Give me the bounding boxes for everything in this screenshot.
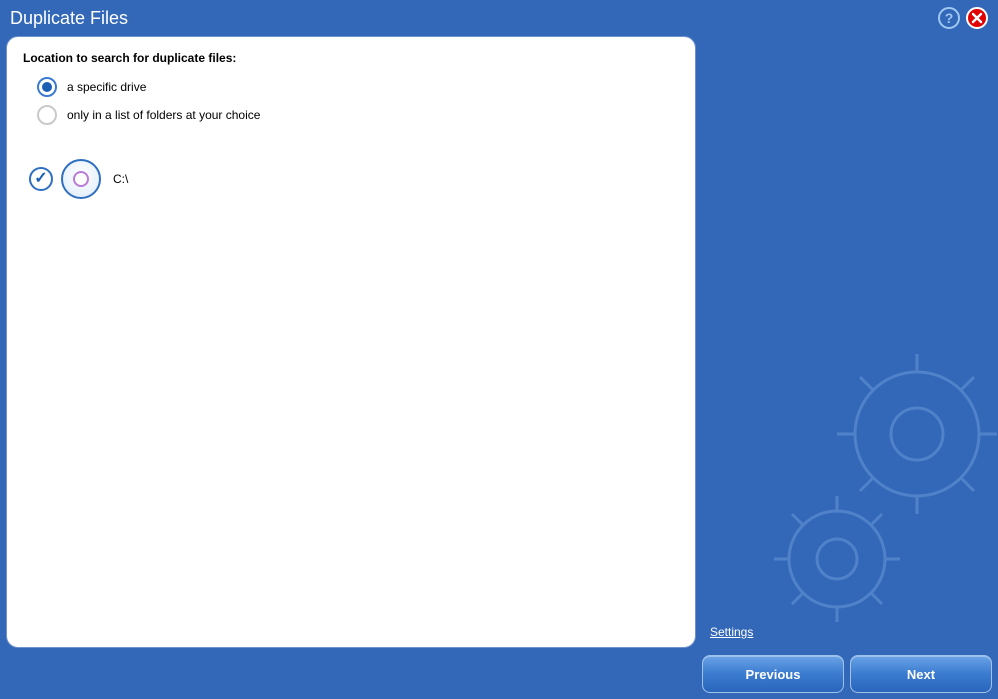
section-heading: Location to search for duplicate files: xyxy=(23,51,679,65)
radio-label: only in a list of folders at your choice xyxy=(67,108,260,122)
help-icon[interactable]: ? xyxy=(938,7,960,29)
main-panel: Location to search for duplicate files: … xyxy=(6,36,696,648)
drive-checkbox[interactable]: ✓ xyxy=(29,167,53,191)
radio-label: a specific drive xyxy=(67,80,146,94)
header-icons: ? xyxy=(938,7,988,29)
drive-icon[interactable] xyxy=(61,159,101,199)
page-title: Duplicate Files xyxy=(10,8,938,29)
next-button[interactable]: Next xyxy=(850,655,992,693)
radio-icon xyxy=(37,105,57,125)
radio-folder-list[interactable]: only in a list of folders at your choice xyxy=(37,105,679,125)
previous-button[interactable]: Previous xyxy=(702,655,844,693)
footer-nav: Previous Next xyxy=(702,655,992,693)
drive-row: ✓ C:\ xyxy=(29,159,679,199)
radio-specific-drive[interactable]: a specific drive xyxy=(37,77,679,97)
radio-icon xyxy=(37,77,57,97)
side-area: Settings xyxy=(702,36,992,649)
gears-icon xyxy=(752,339,998,639)
close-icon[interactable] xyxy=(966,7,988,29)
disc-icon xyxy=(73,171,89,187)
drive-label: C:\ xyxy=(113,172,128,186)
check-icon: ✓ xyxy=(34,171,47,187)
settings-link[interactable]: Settings xyxy=(710,625,753,639)
title-bar: Duplicate Files ? xyxy=(0,0,998,36)
